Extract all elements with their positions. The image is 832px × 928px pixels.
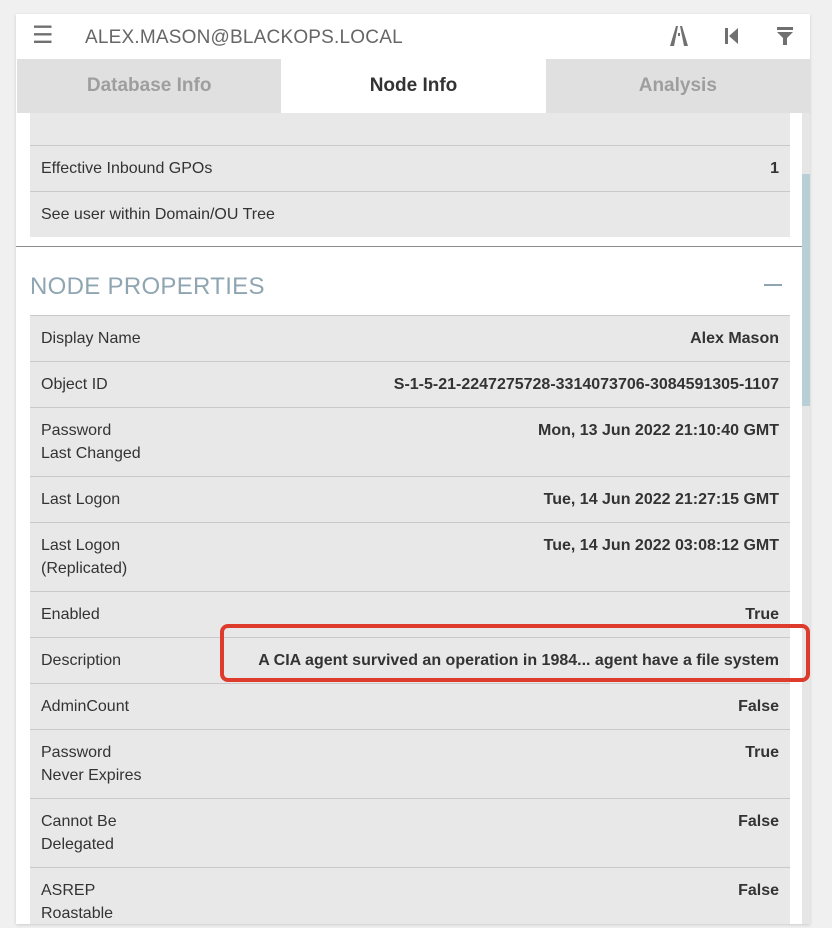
node-info-scroll-area[interactable]: Effective Inbound GPOs 1 See user within… [16, 113, 810, 924]
table-row-admincount: AdminCount False [30, 683, 790, 729]
node-info-panel: ☰ ALEX.MASON@BLACKOPS.LOCAL Database Inf… [16, 14, 810, 924]
tab-node-info[interactable]: Node Info [281, 59, 546, 113]
row-label: Password Last Changed [41, 422, 141, 462]
overview-table: Effective Inbound GPOs 1 See user within… [30, 113, 790, 237]
row-label: Last Logon (Replicated) [41, 537, 128, 577]
table-row-object-id: Object ID S-1-5-21-2247275728-3314073706… [30, 361, 790, 407]
row-label: Effective Inbound GPOs [41, 160, 213, 177]
top-bar: ☰ ALEX.MASON@BLACKOPS.LOCAL [16, 14, 810, 59]
description-highlight-box [220, 624, 810, 682]
row-value: False [738, 882, 779, 899]
table-row-password-last-changed: Password Last Changed Mon, 13 Jun 2022 2… [30, 407, 790, 476]
node-properties-header[interactable]: NODE PROPERTIES [30, 273, 265, 301]
row-value: Mon, 13 Jun 2022 21:10:40 GMT [538, 422, 779, 439]
table-row-cannot-be-delegated: Cannot Be Delegated False [30, 798, 790, 867]
table-row-last-logon-replicated: Last Logon (Replicated) Tue, 14 Jun 2022… [30, 522, 790, 591]
row-value: True [745, 606, 779, 623]
row-value: Alex Mason [690, 330, 779, 347]
table-row-see-user-in-tree[interactable]: See user within Domain/OU Tree [30, 191, 790, 237]
row-value: S-1-5-21-2247275728-3314073706-308459130… [393, 376, 779, 393]
tab-database-info[interactable]: Database Info [17, 59, 282, 113]
node-title: ALEX.MASON@BLACKOPS.LOCAL [85, 27, 403, 48]
tab-bar: Database Info Node Info Analysis [17, 59, 810, 113]
partial-row [30, 113, 790, 145]
row-value: Tue, 14 Jun 2022 03:08:12 GMT [543, 537, 779, 554]
menu-icon[interactable]: ☰ [32, 24, 54, 48]
scrollbar-thumb[interactable] [802, 174, 810, 406]
row-label: Password Never Expires [41, 744, 142, 784]
table-row-effective-inbound-gpos[interactable]: Effective Inbound GPOs 1 [30, 145, 790, 191]
row-value: 1 [770, 160, 779, 177]
row-label: Display Name [41, 330, 141, 347]
table-row-asrep-roastable: ASREP Roastable False [30, 867, 790, 924]
node-properties-table: Display Name Alex Mason Object ID S-1-5-… [30, 315, 790, 924]
table-row-display-name: Display Name Alex Mason [30, 315, 790, 361]
filter-icon[interactable] [774, 25, 796, 47]
collapse-icon[interactable] [764, 284, 782, 286]
row-value: True [745, 744, 779, 761]
row-label: Last Logon [41, 491, 121, 508]
row-value: Tue, 14 Jun 2022 21:27:15 GMT [543, 491, 779, 508]
row-label: Description [41, 652, 122, 669]
tab-analysis[interactable]: Analysis [545, 59, 810, 113]
row-value: False [738, 698, 779, 715]
back-icon[interactable] [721, 25, 743, 47]
row-label: AdminCount [41, 698, 130, 715]
table-row-last-logon: Last Logon Tue, 14 Jun 2022 21:27:15 GMT [30, 476, 790, 522]
row-value: False [738, 813, 779, 830]
table-row-password-never-expires: Password Never Expires True [30, 729, 790, 798]
row-label: ASREP Roastable [41, 882, 114, 922]
pathfinding-icon[interactable] [668, 25, 690, 47]
row-label: Object ID [41, 376, 108, 393]
row-label: Cannot Be Delegated [41, 813, 117, 853]
row-label: Enabled [41, 606, 100, 623]
section-divider [16, 246, 809, 247]
row-label: See user within Domain/OU Tree [41, 206, 275, 223]
